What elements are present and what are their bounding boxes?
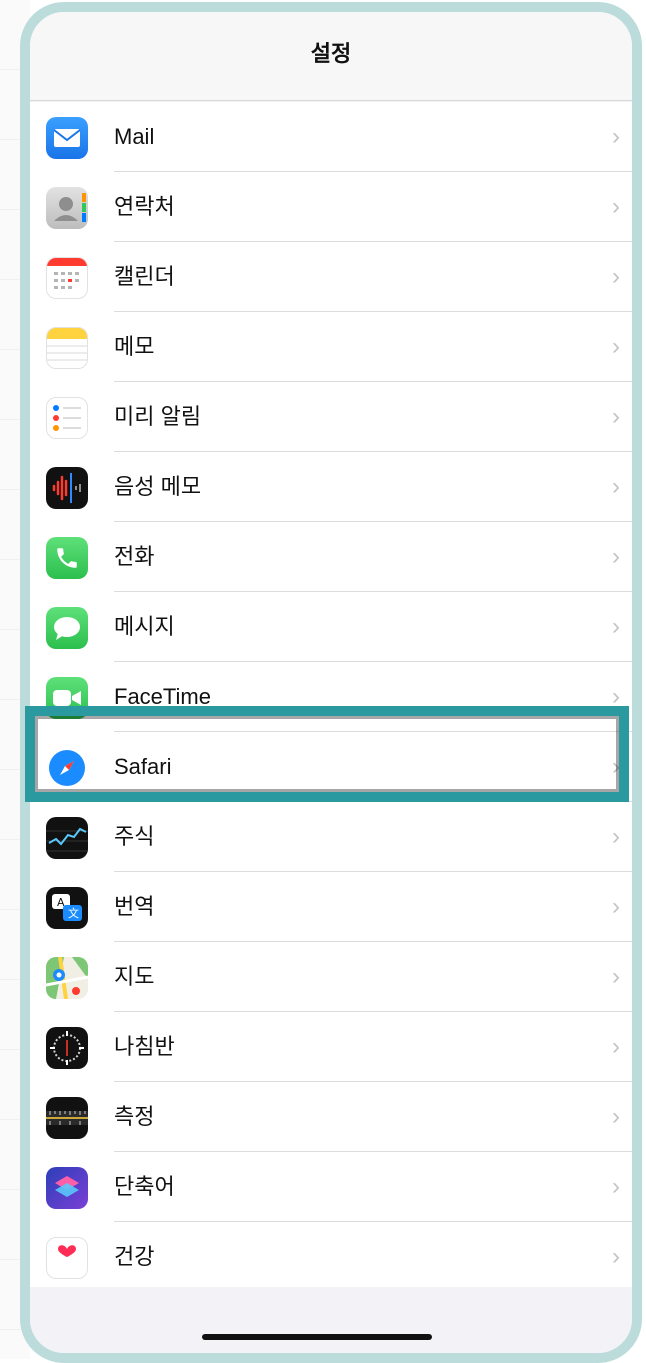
settings-row-reminders[interactable]: 미리 알림 › xyxy=(30,382,632,452)
svg-text:文: 文 xyxy=(68,906,79,920)
mail-icon xyxy=(46,117,88,159)
contacts-icon xyxy=(46,187,88,229)
row-label: 단축어 xyxy=(114,1174,175,1199)
settings-row-measure[interactable]: 측정 › xyxy=(30,1082,632,1152)
settings-row-maps[interactable]: 지도 › xyxy=(30,942,632,1012)
row-label: 지도 xyxy=(114,964,155,989)
settings-row-voice-memos[interactable]: 음성 메모 › xyxy=(30,452,632,522)
home-indicator[interactable] xyxy=(202,1334,432,1340)
chevron-right-icon: › xyxy=(612,403,620,430)
chevron-right-icon: › xyxy=(612,893,620,920)
compass-icon xyxy=(46,1027,88,1069)
chevron-right-icon: › xyxy=(612,1173,620,1200)
voice-memos-icon xyxy=(46,467,88,509)
settings-row-translate[interactable]: A文 번역 › xyxy=(30,872,632,942)
chevron-right-icon: › xyxy=(612,543,620,570)
shortcuts-icon xyxy=(46,1167,88,1209)
row-label: 측정 xyxy=(114,1104,155,1129)
settings-row-contacts[interactable]: 연락처 › xyxy=(30,172,632,242)
settings-row-stocks[interactable]: 주식 › xyxy=(30,802,632,872)
chevron-right-icon: › xyxy=(612,123,620,150)
messages-icon xyxy=(46,607,88,649)
settings-row-notes[interactable]: 메모 › xyxy=(30,312,632,382)
row-label: 연락처 xyxy=(114,194,175,219)
chevron-right-icon: › xyxy=(612,263,620,290)
chevron-right-icon: › xyxy=(612,473,620,500)
maps-icon xyxy=(46,957,88,999)
phone-icon xyxy=(46,537,88,579)
chevron-right-icon: › xyxy=(612,613,620,640)
row-label: 캘린더 xyxy=(114,264,175,289)
page-title: 설정 xyxy=(310,41,352,66)
row-label: 음성 메모 xyxy=(114,474,202,499)
list-footer xyxy=(30,1287,632,1353)
settings-row-shortcuts[interactable]: 단축어 › xyxy=(30,1152,632,1222)
chevron-right-icon: › xyxy=(612,333,620,360)
health-icon xyxy=(46,1237,88,1279)
settings-row-mail[interactable]: Mail › xyxy=(30,102,632,172)
row-label: 메모 xyxy=(114,334,155,359)
settings-row-health[interactable]: 건강 › xyxy=(30,1222,632,1292)
row-label: Mail xyxy=(114,124,155,149)
row-label: 주식 xyxy=(114,824,155,849)
row-label: 건강 xyxy=(114,1244,155,1269)
row-label: 미리 알림 xyxy=(114,404,202,429)
row-label: 나침반 xyxy=(114,1034,175,1059)
calendar-icon xyxy=(46,257,88,299)
reminders-icon xyxy=(46,397,88,439)
settings-row-calendar[interactable]: 캘린더 › xyxy=(30,242,632,312)
safari-highlight-box xyxy=(25,706,629,802)
chevron-right-icon: › xyxy=(612,1243,620,1270)
chevron-right-icon: › xyxy=(612,1033,620,1060)
chevron-right-icon: › xyxy=(612,1103,620,1130)
chevron-right-icon: › xyxy=(612,963,620,990)
notes-icon xyxy=(46,327,88,369)
settings-row-messages[interactable]: 메시지 › xyxy=(30,592,632,662)
row-label: 메시지 xyxy=(114,614,175,639)
row-label: 전화 xyxy=(114,544,155,569)
chevron-right-icon: › xyxy=(612,823,620,850)
measure-icon xyxy=(46,1097,88,1139)
settings-row-phone[interactable]: 전화 › xyxy=(30,522,632,592)
chevron-right-icon: › xyxy=(612,193,620,220)
navigation-bar: 설정 xyxy=(30,12,632,101)
row-label: 번역 xyxy=(114,894,155,919)
translate-icon: A文 xyxy=(46,887,88,929)
phone-screen: 설정 Mail › 연락처 › 캘린더 › 메모 › 미리 알림 › 음성 메모… xyxy=(20,2,642,1363)
settings-row-compass[interactable]: 나침반 › xyxy=(30,1012,632,1082)
stocks-icon xyxy=(46,817,88,859)
settings-list: Mail › 연락처 › 캘린더 › 메모 › 미리 알림 › 음성 메모 › … xyxy=(30,102,632,1292)
